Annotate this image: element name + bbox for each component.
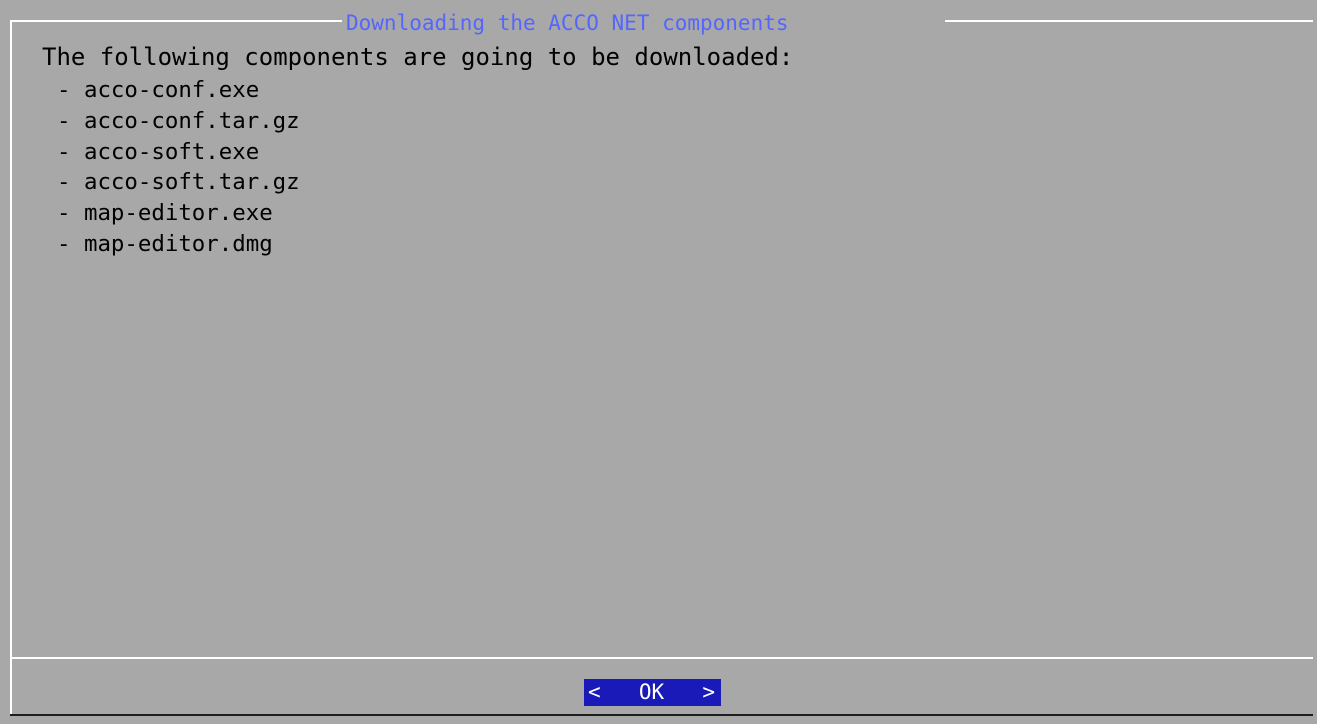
ok-button-right-bracket: >	[702, 680, 715, 704]
list-item: - acco-soft.tar.gz	[57, 169, 300, 196]
dialog-border-top-right	[945, 20, 1313, 22]
dialog-title: Downloading the ACCO NET components	[346, 11, 789, 35]
button-area-separator	[10, 657, 1313, 659]
dialog-border-bottom	[10, 714, 1313, 716]
component-list: - acco-conf.exe - acco-conf.tar.gz - acc…	[57, 75, 300, 260]
list-item: - acco-soft.exe	[57, 138, 260, 165]
list-item: - map-editor.dmg	[57, 230, 273, 257]
dialog-border-top-left	[10, 20, 342, 22]
ok-button-label: OK	[638, 680, 665, 704]
ok-button-left-bracket: <	[588, 680, 601, 704]
ok-button[interactable]: < OK >	[584, 679, 721, 706]
list-item: - map-editor.exe	[57, 200, 273, 227]
dialog-message: The following components are going to be…	[42, 43, 794, 71]
dialog-border-left	[10, 20, 12, 714]
list-item: - acco-conf.tar.gz	[57, 107, 300, 134]
list-item: - acco-conf.exe	[57, 77, 260, 103]
